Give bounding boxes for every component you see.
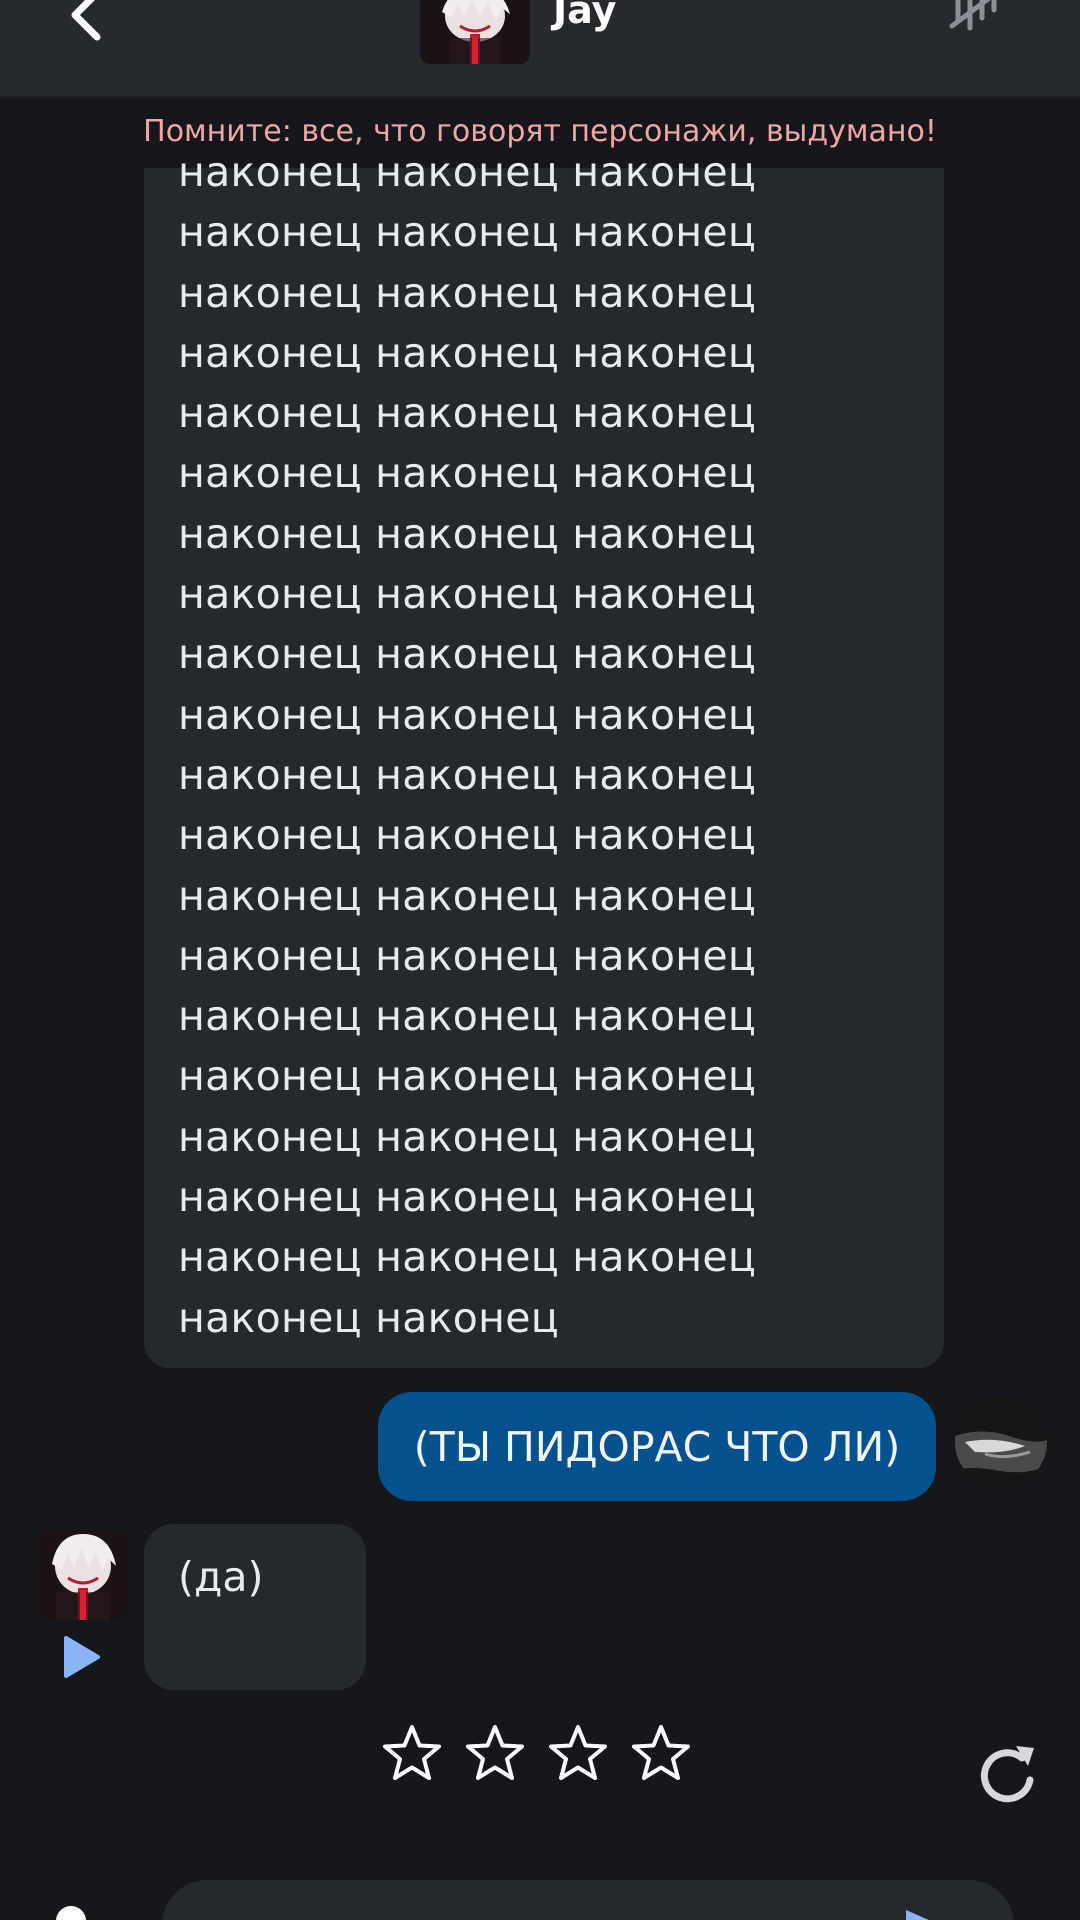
star-icon bbox=[466, 1725, 524, 1780]
ai-message-line: наконец наконец наконец bbox=[178, 268, 757, 317]
star-rating-button[interactable] bbox=[463, 1722, 527, 1786]
star-rating-button[interactable] bbox=[546, 1722, 610, 1786]
ai-message-line: наконец наконец наконец bbox=[178, 992, 757, 1041]
ai-message-line: наконец наконец наконец bbox=[178, 690, 757, 739]
back-button[interactable] bbox=[50, 0, 120, 50]
ai-message-line: наконец наконец наконец bbox=[178, 931, 757, 980]
ai-message-line: наконец наконец наконец bbox=[178, 1233, 757, 1282]
user-avatar[interactable] bbox=[955, 1396, 1047, 1488]
microphone-icon[interactable] bbox=[56, 1906, 86, 1920]
ai-message-line: наконец наконец наконец bbox=[178, 630, 757, 679]
chat-screen: Jay Помните: все, что говорят персонажи,… bbox=[0, 0, 1080, 1920]
character-avatar-image bbox=[420, 0, 530, 64]
star-rating-button[interactable] bbox=[629, 1722, 693, 1786]
star-icon bbox=[383, 1725, 441, 1780]
ai-message-line: наконец наконец наконец bbox=[178, 750, 757, 799]
star-icon bbox=[632, 1725, 690, 1780]
ai-message-avatar[interactable] bbox=[38, 1530, 128, 1620]
user-avatar-image bbox=[955, 1396, 1047, 1488]
chat-header: Jay bbox=[0, 0, 1080, 98]
ai-message-line: наконец наконец наконец bbox=[178, 811, 757, 860]
ai-message-line: наконец наконец наконец bbox=[178, 208, 757, 257]
ai-message-line: наконец наконец наконец bbox=[178, 1112, 757, 1161]
ai-message-line: наконец наконец наконец bbox=[178, 449, 757, 498]
ai-message-line: наконец наконец наконец bbox=[178, 570, 757, 619]
chevron-left-icon bbox=[71, 0, 101, 41]
ai-message-line: наконец наконец наконец bbox=[178, 1052, 757, 1101]
send-icon[interactable] bbox=[902, 1906, 942, 1920]
wave-menu-button[interactable] bbox=[948, 0, 1008, 40]
regenerate-button[interactable] bbox=[972, 1740, 1044, 1812]
wave-menu-icon bbox=[949, 0, 997, 31]
play-audio-button[interactable] bbox=[60, 1634, 102, 1680]
character-name: Jay bbox=[553, 0, 617, 32]
message-input[interactable] bbox=[162, 1880, 1014, 1920]
rating-stars bbox=[380, 1722, 712, 1786]
star-rating-button[interactable] bbox=[380, 1722, 444, 1786]
ai-message-line: наконец наконец наконец bbox=[178, 389, 757, 438]
star-icon bbox=[549, 1725, 607, 1780]
ai-message-line: наконец наконец наконец bbox=[178, 1173, 757, 1222]
ai-message-short-text: (да) bbox=[178, 1553, 264, 1601]
user-message-text: (ТЫ ПИДОРАС ЧТО ЛИ) bbox=[413, 1422, 901, 1471]
ai-message-line: наконец наконец наконец bbox=[178, 871, 757, 920]
ai-message-text: наконец наконец наконец наконец наконец н… bbox=[178, 162, 898, 1382]
play-icon bbox=[64, 1636, 100, 1678]
character-avatar[interactable] bbox=[420, 0, 530, 64]
fiction-disclaimer: Помните: все, что говорят персонажи, выд… bbox=[143, 114, 937, 149]
ai-message-line: наконец наконец наконец bbox=[178, 509, 757, 558]
ai-message-line: наконец наконец наконец bbox=[178, 328, 757, 377]
ai-avatar-image bbox=[38, 1530, 128, 1620]
refresh-icon bbox=[980, 1746, 1034, 1803]
user-message-bubble[interactable]: (ТЫ ПИДОРАС ЧТО ЛИ) bbox=[378, 1392, 936, 1501]
ai-message-bubble-short[interactable]: (да) bbox=[144, 1524, 366, 1690]
ai-message-line: наконец наконец bbox=[178, 1293, 559, 1342]
